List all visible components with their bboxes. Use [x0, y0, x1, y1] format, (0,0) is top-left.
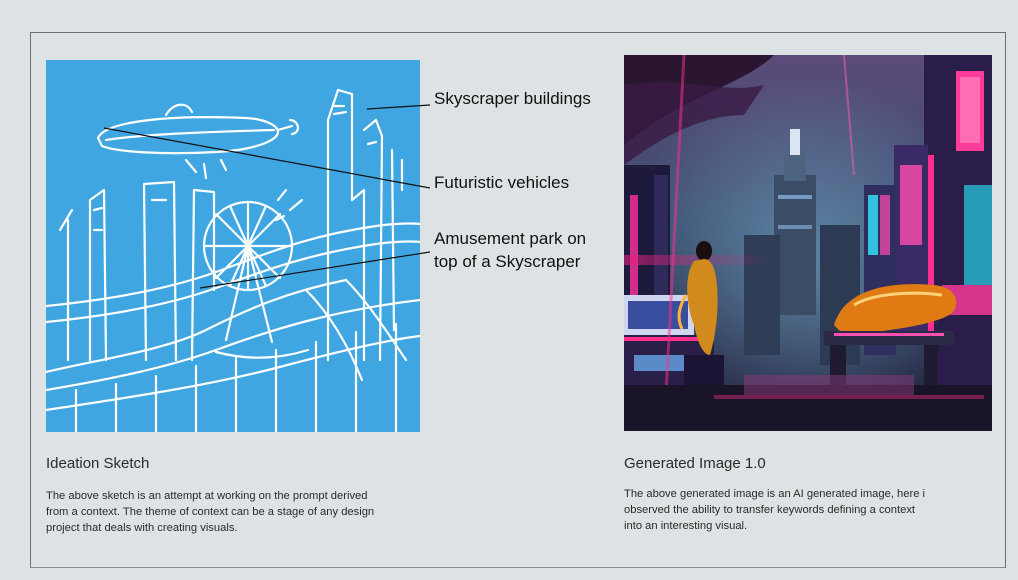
callout-futuristic-vehicles: Futuristic vehicles	[434, 173, 570, 192]
ideation-sketch-image	[46, 60, 420, 432]
generated-image-description-line1: The above generated image is an AI gener…	[624, 488, 926, 500]
generated-image-description-line3: into an interesting visual.	[624, 520, 748, 532]
ideation-sketch-description-line2: from a context. The theme of context can…	[46, 506, 375, 518]
generated-image-title: Generated Image 1.0	[624, 455, 766, 472]
callout-skyscraper-buildings: Skyscraper buildings	[434, 89, 591, 108]
generated-image-description-line2: observed the ability to transfer keyword…	[624, 504, 916, 516]
ideation-sketch-title: Ideation Sketch	[46, 455, 150, 472]
ideation-sketch-description-line3: project that deals with creating visuals…	[46, 522, 238, 534]
ideation-sketch-description-line1: The above sketch is an attempt at workin…	[46, 490, 368, 502]
callout-amusement-park-line2: top of a Skyscraper	[434, 252, 581, 271]
callout-amusement-park-line1: Amusement park on	[434, 229, 587, 248]
generated-image	[624, 55, 992, 431]
